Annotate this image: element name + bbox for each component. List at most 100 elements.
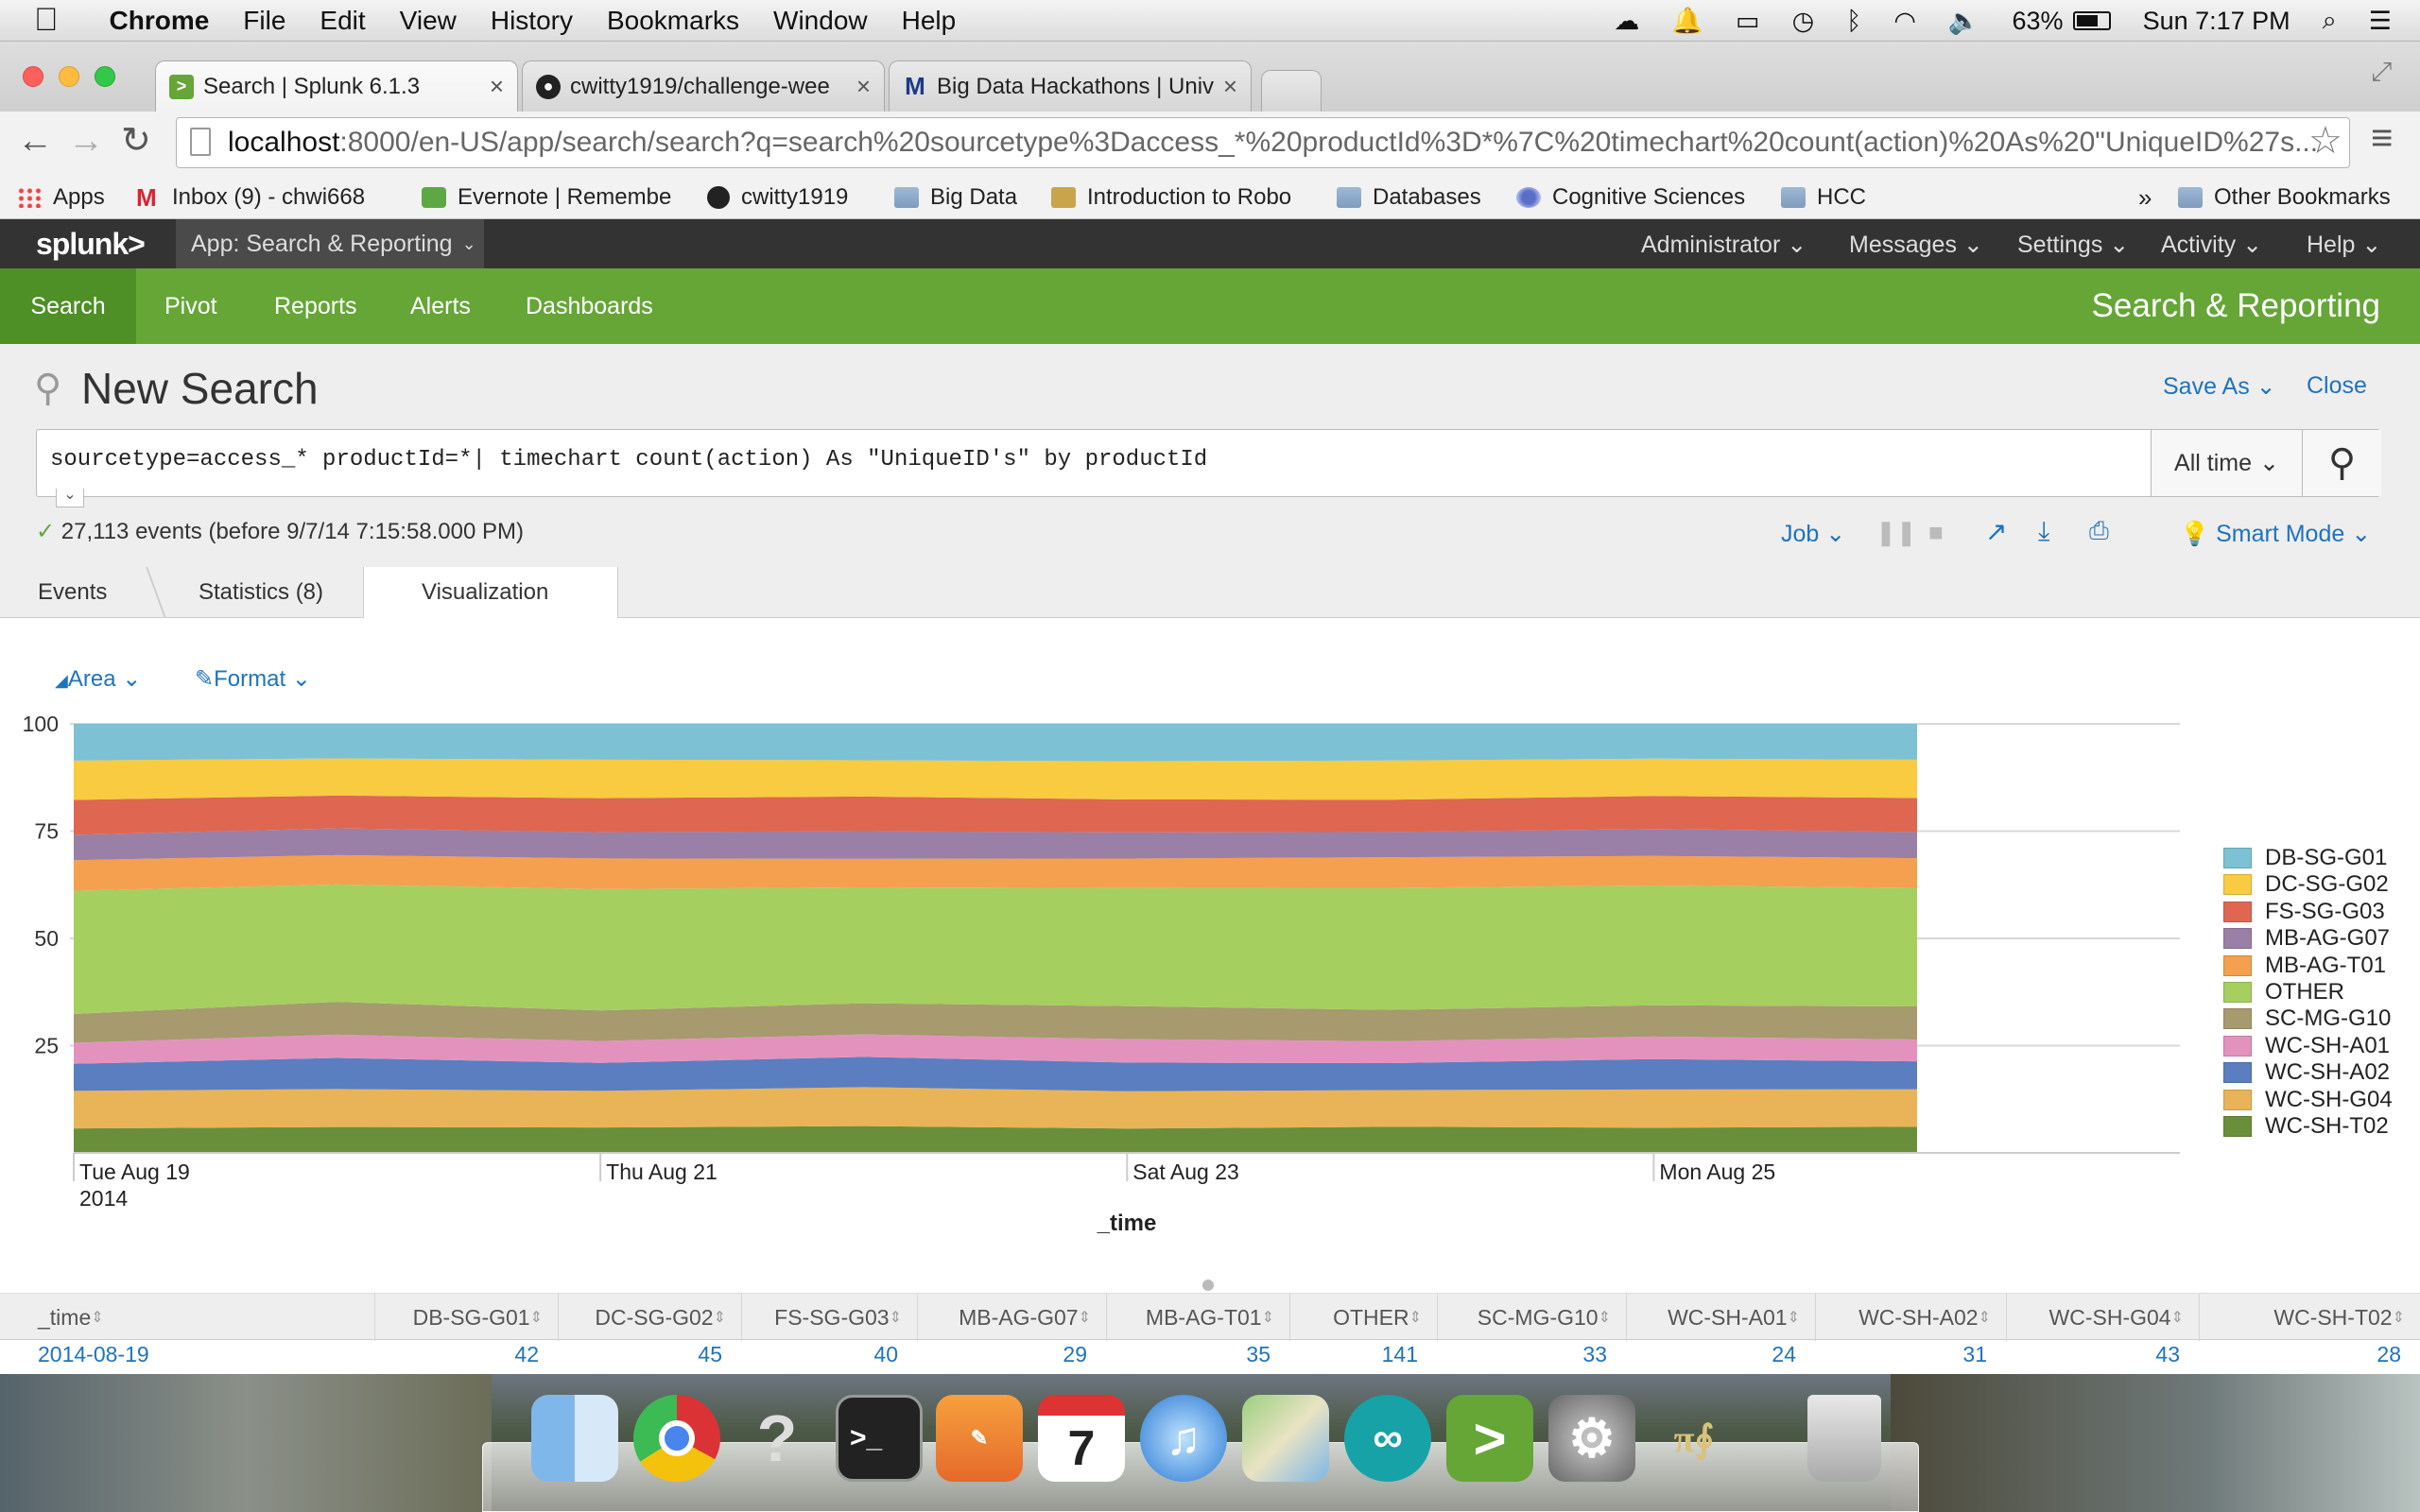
menu-help[interactable]: Help ⌄	[2307, 231, 2392, 259]
legend-item[interactable]: DC-SG-G02	[2223, 871, 2389, 898]
menu-bookmarks[interactable]: Bookmarks	[607, 6, 739, 36]
address-bar[interactable]: localhost:8000/en-US/app/search/search?q…	[176, 117, 2350, 168]
expand-search-icon[interactable]: ⌄	[56, 488, 84, 507]
print-icon[interactable]: ⎙	[2089, 516, 2109, 546]
pages-icon[interactable]: ✎	[936, 1395, 1023, 1482]
bookmark-cwitty1919[interactable]: cwitty1919	[707, 184, 848, 211]
bookmark-big-data[interactable]: Big Data	[894, 184, 1017, 211]
bookmark-inbox[interactable]: M Inbox (9) - chwi668	[136, 184, 391, 211]
menu-window[interactable]: Window	[773, 6, 868, 36]
legend-item[interactable]: OTHER	[2223, 979, 2344, 1005]
legend-item[interactable]: FS-SG-G03	[2223, 899, 2385, 925]
cloud-sync-icon[interactable]: ☁	[1614, 7, 1639, 36]
column-header[interactable]: WC-SH-T02 ⇕	[2199, 1294, 2420, 1341]
column-header[interactable]: WC-SH-G04 ⇕	[2006, 1294, 2199, 1341]
search-query-input[interactable]: sourcetype=access_* productId=*| timecha…	[37, 430, 2151, 496]
battery-percent[interactable]: 63%	[2013, 7, 2064, 36]
menubar-clock[interactable]: Sun 7:17 PM	[2143, 7, 2290, 36]
bookmark-intro-robotics[interactable]: Introduction to Robo	[1051, 184, 1314, 211]
window-zoom-button[interactable]	[95, 66, 115, 87]
bookmark-star-icon[interactable]: ☆	[2308, 119, 2342, 163]
new-tab-button[interactable]	[1261, 70, 1322, 112]
menu-activity[interactable]: Activity ⌄	[2161, 231, 2307, 259]
menu-settings[interactable]: Settings ⌄	[2017, 231, 2161, 259]
bookmark-apps[interactable]: Apps	[17, 184, 105, 211]
legend-item[interactable]: WC-SH-T02	[2223, 1113, 2389, 1140]
system-preferences-icon[interactable]: ⚙	[1548, 1395, 1635, 1482]
trash-icon[interactable]	[1807, 1395, 1881, 1482]
wifi-icon[interactable]: ◠	[1893, 7, 1916, 36]
tab-big-data-hackathons[interactable]: M Big Data Hackathons | Univ ×	[889, 60, 1252, 112]
window-minimize-button[interactable]	[59, 66, 79, 87]
menu-history[interactable]: History	[491, 6, 573, 36]
legend-item[interactable]: DB-SG-G01	[2223, 845, 2387, 871]
save-as-button[interactable]: Save As ⌄	[2163, 372, 2276, 401]
close-tab-icon[interactable]: ×	[856, 72, 871, 101]
nav-dashboards[interactable]: Dashboards	[526, 268, 653, 344]
fullscreen-icon[interactable]: ⤢	[2371, 57, 2392, 88]
close-tab-icon[interactable]: ×	[490, 72, 504, 101]
search-submit-button[interactable]: ⚲	[2302, 430, 2381, 496]
tab-statistics[interactable]: Statistics (8)	[199, 567, 323, 618]
bookmark-hcc[interactable]: HCC	[1781, 184, 1866, 211]
finder-icon[interactable]	[531, 1395, 618, 1482]
itunes-icon[interactable]: ♫	[1140, 1395, 1227, 1482]
nav-alerts[interactable]: Alerts	[410, 268, 471, 344]
splunk-logo[interactable]: splunk>	[36, 227, 146, 262]
legend-item[interactable]: WC-SH-A02	[2223, 1059, 2390, 1086]
time-machine-icon[interactable]: ◷	[1792, 7, 1815, 36]
app-selector[interactable]: App: Search & Reporting ⌄	[176, 219, 484, 268]
time-range-picker[interactable]: All time ⌄	[2151, 430, 2302, 496]
back-icon[interactable]: ←	[17, 121, 53, 162]
battery-icon[interactable]	[2072, 11, 2111, 30]
arduino-icon[interactable]: ∞	[1344, 1395, 1431, 1482]
latex-icon[interactable]: π∮	[1651, 1395, 1737, 1482]
close-tab-icon[interactable]: ×	[1223, 72, 1237, 101]
column-header[interactable]: MB-AG-G07 ⇕	[917, 1294, 1106, 1341]
volume-icon[interactable]: 🔈	[1948, 6, 1980, 36]
terminal-icon[interactable]: >_	[836, 1395, 923, 1482]
column-header[interactable]: OTHER ⇕	[1289, 1294, 1437, 1341]
nav-search[interactable]: Search	[0, 268, 136, 344]
chart-type-menu[interactable]: ◢Area ⌄	[55, 665, 141, 693]
column-header[interactable]: DC-SG-G02 ⇕	[558, 1294, 741, 1341]
menu-help[interactable]: Help	[902, 6, 957, 36]
airplay-icon[interactable]: ▭	[1736, 7, 1760, 36]
column-header[interactable]: SC-MG-G10 ⇕	[1437, 1294, 1626, 1341]
legend-item[interactable]: MB-AG-G07	[2223, 925, 2390, 952]
column-header[interactable]: MB-AG-T01 ⇕	[1106, 1294, 1289, 1341]
resize-handle[interactable]	[1202, 1280, 1214, 1291]
tab-github[interactable]: ● cwitty1919/challenge-wee ×	[522, 60, 885, 112]
column-header[interactable]: DB-SG-G01 ⇕	[374, 1294, 558, 1341]
job-menu[interactable]: Job ⌄	[1781, 520, 1845, 548]
export-icon[interactable]: ⤓	[2038, 516, 2049, 547]
splunk-dock-icon[interactable]: >	[1446, 1395, 1533, 1482]
legend-item[interactable]: MB-AG-T01	[2223, 953, 2386, 979]
menu-edit[interactable]: Edit	[320, 6, 365, 36]
help-icon[interactable]: ?	[734, 1395, 821, 1482]
chrome-icon[interactable]	[633, 1395, 720, 1482]
nav-reports[interactable]: Reports	[274, 268, 357, 344]
area-chart[interactable]: 100 75 50 25 Tue Aug 192014 Thu Aug 21 Sat Aug…	[0, 713, 2193, 1242]
more-bookmarks-chevron[interactable]: »	[2138, 183, 2152, 213]
share-icon[interactable]: ↗	[1985, 516, 2007, 547]
apple-menu-icon[interactable]: 	[34, 2, 59, 39]
legend-item[interactable]: WC-SH-A01	[2223, 1033, 2390, 1059]
spotlight-search-icon[interactable]: ⌕	[2323, 6, 2337, 36]
menu-administrator[interactable]: Administrator ⌄	[1641, 231, 1849, 259]
bookmark-other[interactable]: Other Bookmarks	[2178, 184, 2391, 211]
tab-splunk-search[interactable]: > Search | Splunk 6.1.3 ×	[155, 60, 518, 112]
pause-icon[interactable]: ❚❚	[1876, 518, 1917, 547]
search-mode-menu[interactable]: 💡 Smart Mode ⌄	[2180, 520, 2371, 548]
stop-icon[interactable]: ■	[1928, 518, 1944, 547]
column-header[interactable]: _time ⇕	[0, 1294, 374, 1341]
calendar-icon[interactable]: 7	[1038, 1395, 1125, 1482]
menu-view[interactable]: View	[400, 6, 457, 36]
format-menu[interactable]: ✎Format ⌄	[195, 665, 311, 693]
bluetooth-icon[interactable]: ᛒ	[1846, 7, 1861, 36]
column-header[interactable]: FS-SG-G03 ⇕	[741, 1294, 917, 1341]
tab-events[interactable]: Events	[38, 567, 107, 618]
notification-center-icon[interactable]: ☰	[2369, 7, 2392, 36]
menu-app-name[interactable]: Chrome	[110, 6, 210, 36]
nav-pivot[interactable]: Pivot	[164, 268, 217, 344]
